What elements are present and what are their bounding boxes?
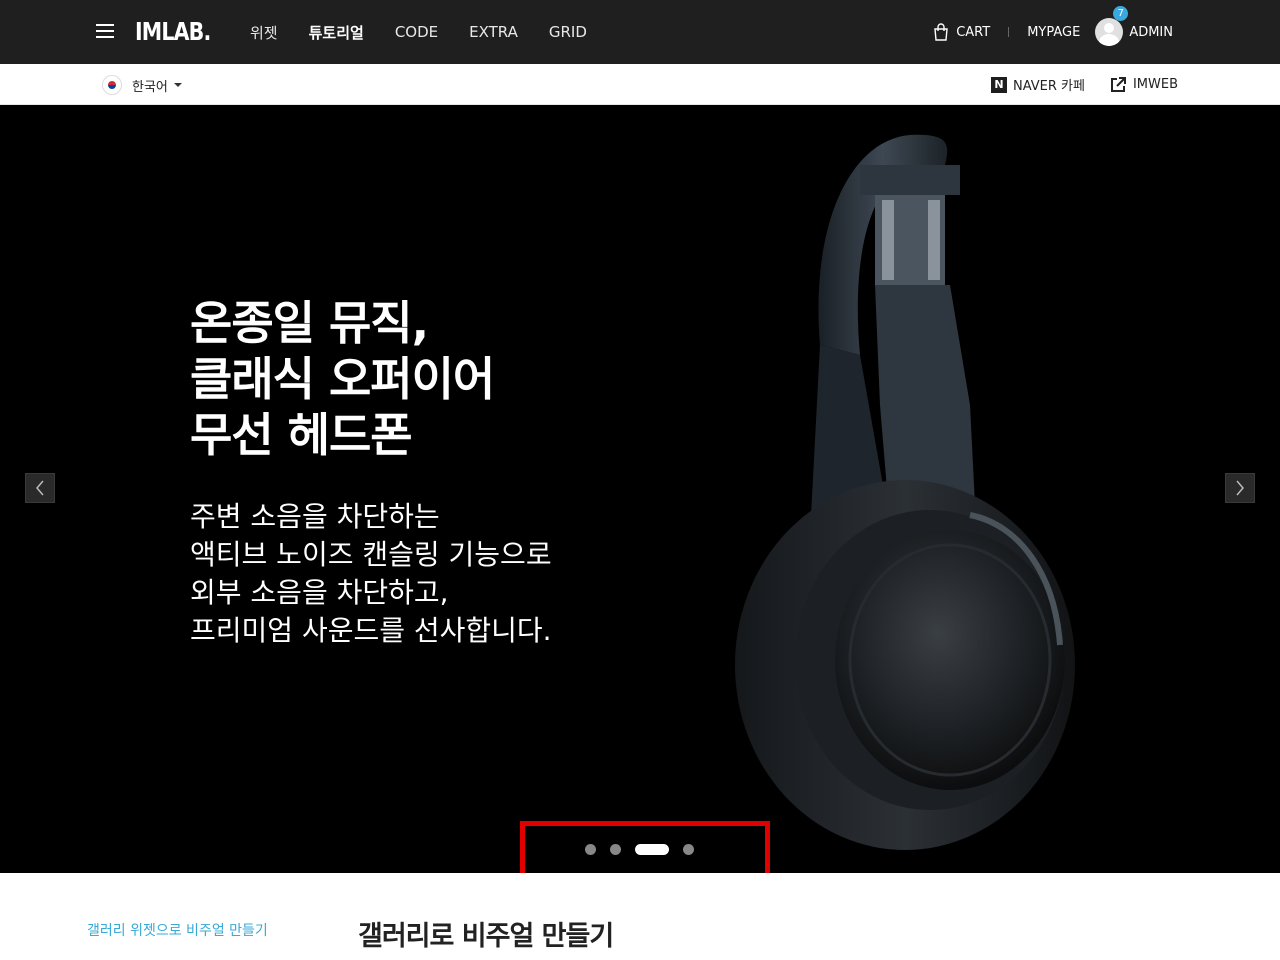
admin-label: ADMIN: [1129, 24, 1173, 40]
slide-dot-4[interactable]: [683, 844, 694, 855]
top-navigation-bar: IMLAB. 위젯 튜토리얼 CODE EXTRA GRID CART MYPA…: [0, 0, 1280, 64]
korea-flag-icon: [102, 75, 122, 95]
divider: [1008, 27, 1010, 37]
mypage-link[interactable]: MYPAGE: [1027, 25, 1080, 40]
prev-slide-button[interactable]: [25, 473, 55, 503]
nav-item-widget[interactable]: 위젯: [250, 22, 278, 43]
slide-dot-1[interactable]: [585, 844, 596, 855]
slider-pagination: [585, 844, 708, 855]
slide-dot-3[interactable]: [635, 844, 669, 855]
section-title: 갤러리로 비주얼 만들기: [358, 921, 614, 952]
next-slide-button[interactable]: [1225, 473, 1255, 503]
avatar: [1095, 18, 1124, 46]
avatar-wrapper: 7: [1095, 6, 1129, 46]
headphone-image: [735, 134, 1075, 850]
nav-item-code[interactable]: CODE: [395, 23, 438, 41]
chevron-right-icon: [1236, 480, 1244, 496]
nav-item-grid[interactable]: GRID: [549, 23, 587, 41]
site-logo[interactable]: IMLAB.: [135, 17, 211, 46]
cart-link[interactable]: CART: [932, 23, 990, 41]
section-kicker-link[interactable]: 갤러리 위젯으로 비주얼 만들기: [87, 920, 268, 940]
notification-badge: 7: [1113, 6, 1129, 21]
utility-nav: CART MYPAGE 7 ADMIN: [932, 0, 1173, 64]
imweb-link[interactable]: IMWEB: [1110, 76, 1178, 93]
caret-down-icon: [173, 83, 182, 87]
naver-cafe-label: NAVER 카페: [1012, 79, 1085, 94]
hero-description: 주변 소음을 차단하는 액티브 노이즈 캔슬링 기능으로 외부 소음을 차단하고…: [190, 500, 552, 647]
external-links: N NAVER 카페 IMWEB: [966, 75, 1178, 94]
sub-bar: 한국어 N NAVER 카페 IMWEB: [0, 64, 1280, 105]
nav-item-extra[interactable]: EXTRA: [469, 23, 518, 41]
slide-dot-2[interactable]: [610, 844, 621, 855]
chevron-left-icon: [36, 480, 44, 496]
shopping-bag-icon: [934, 23, 948, 41]
nav-item-tutorial[interactable]: 튜토리얼: [309, 22, 364, 43]
external-link-icon: [1110, 77, 1126, 92]
menu-icon[interactable]: [96, 23, 114, 39]
imweb-label: IMWEB: [1132, 77, 1178, 92]
hero-title: 온종일 뮤직, 클래식 오퍼이어 무선 헤드폰: [190, 296, 495, 462]
language-label: 한국어: [132, 79, 168, 95]
language-selector[interactable]: 한국어: [102, 75, 182, 95]
hero-slider: 온종일 뮤직, 클래식 오퍼이어 무선 헤드폰 주변 소음을 차단하는 액티브 …: [0, 105, 1280, 873]
admin-link[interactable]: 7 ADMIN: [1095, 6, 1173, 46]
naver-icon: N: [990, 76, 1007, 93]
main-nav: 위젯 튜토리얼 CODE EXTRA GRID: [250, 0, 618, 64]
naver-cafe-link[interactable]: N NAVER 카페: [990, 75, 1085, 94]
cart-label: CART: [956, 24, 991, 40]
